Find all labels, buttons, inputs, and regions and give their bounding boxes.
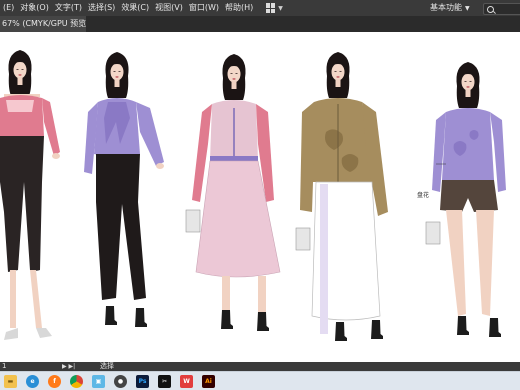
current-tool-label: 选择 (100, 362, 114, 370)
chevron-down-icon: ▼ (465, 5, 470, 12)
chevron-right-icon[interactable]: ▶ ▶| (62, 362, 75, 371)
status-bar: 1 ▶ ▶| 选择 (0, 362, 520, 371)
menu-type[interactable]: 文字(T) (52, 0, 85, 16)
workspace-switcher[interactable]: 基本功能 ▼ (430, 0, 470, 17)
gallery-icon[interactable]: ▣ (92, 374, 105, 388)
search-icon (487, 5, 494, 13)
menu-object[interactable]: 对象(O) (17, 0, 52, 16)
menu-effect[interactable]: 效果(C) (118, 0, 152, 16)
figure-pink-knit (0, 50, 60, 340)
document-tab[interactable]: 67% (CMYK/GPU 预览) (0, 16, 86, 32)
artboard-canvas[interactable]: 盘花 (0, 32, 520, 362)
figure-lavender-blouse (84, 52, 164, 327)
chevron-down-icon[interactable]: ▼ (278, 5, 283, 12)
file-explorer-icon[interactable]: ▬ (4, 374, 17, 388)
figure-lavender-sweater (425, 62, 506, 337)
arrange-documents-icon[interactable] (266, 3, 276, 13)
menu-select[interactable]: 选择(S) (85, 0, 118, 16)
chrome-icon[interactable] (70, 374, 83, 388)
menu-view[interactable]: 视图(V) (152, 0, 186, 16)
illustrator-icon[interactable]: Ai (202, 374, 215, 388)
search-input[interactable] (483, 3, 520, 15)
capcut-icon[interactable]: ✂ (158, 374, 171, 388)
page-number[interactable]: 1 (2, 362, 6, 371)
media-player-icon[interactable]: ● (114, 374, 127, 388)
menu-edit[interactable]: (E) (0, 0, 17, 16)
canvas-annotation: 盘花 (417, 192, 430, 199)
photoshop-icon[interactable]: Ps (136, 374, 149, 388)
windows-taskbar: ▬ e f ▣ ● Ps ✂ W Ai (0, 371, 520, 390)
menu-help[interactable]: 帮助(H) (222, 0, 256, 16)
menu-window[interactable]: 窗口(W) (186, 0, 222, 16)
wps-icon[interactable]: W (180, 374, 193, 388)
edge-icon[interactable]: e (26, 374, 39, 388)
firefox-icon[interactable]: f (48, 374, 61, 388)
workspace-label: 基本功能 (430, 3, 462, 12)
document-tab-bar: 67% (CMYK/GPU 预览) (0, 16, 520, 32)
figure-pink-cardigan (185, 54, 281, 331)
figure-khaki-cardigan (295, 52, 388, 341)
fashion-illustrations (0, 50, 506, 341)
